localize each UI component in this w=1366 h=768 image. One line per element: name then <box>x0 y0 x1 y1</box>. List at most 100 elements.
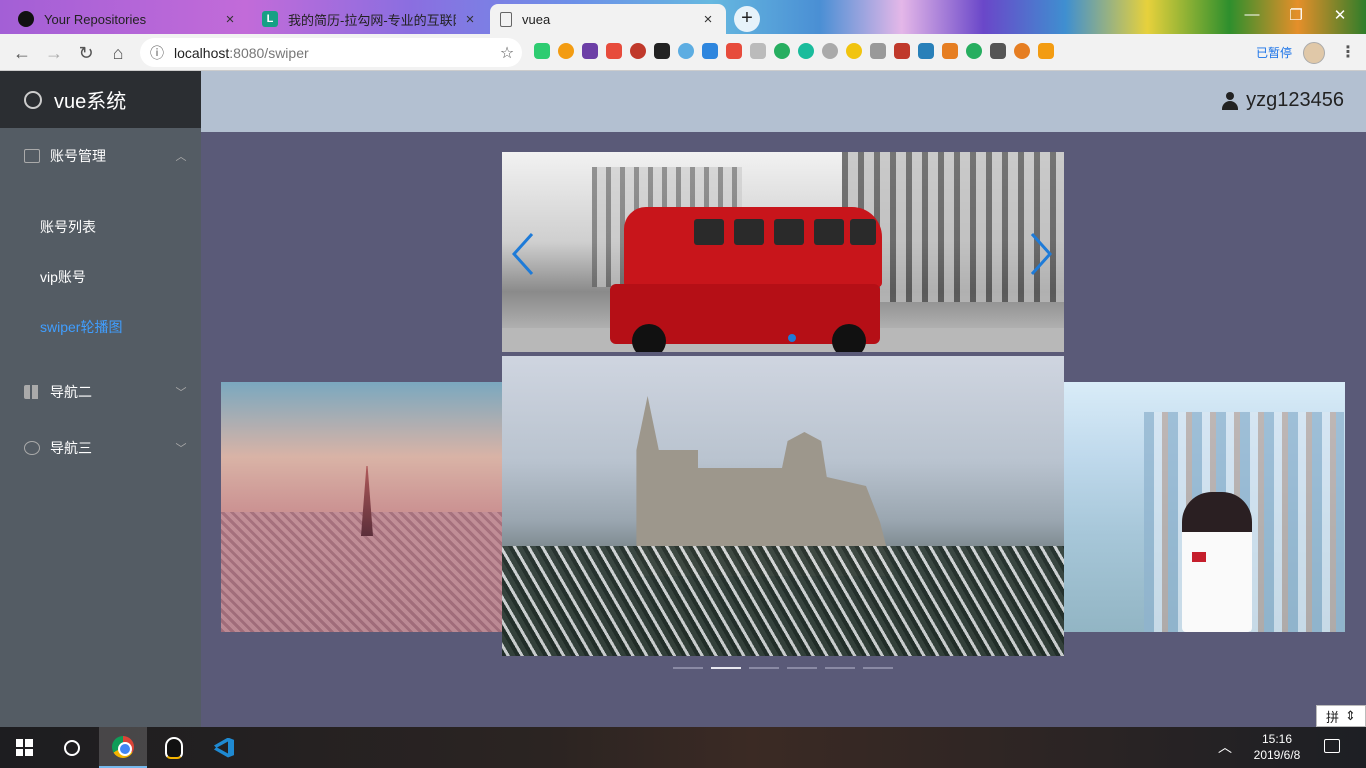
extension-icon[interactable] <box>1038 43 1054 59</box>
fe-helper-icon[interactable] <box>606 43 622 59</box>
info-icon[interactable]: ⓘ <box>140 43 174 63</box>
extension-icon[interactable] <box>750 43 766 59</box>
tab-close-icon[interactable]: × <box>462 11 478 28</box>
extension-icon[interactable] <box>966 43 982 59</box>
ribbon-image <box>1192 552 1206 562</box>
tab-close-icon[interactable]: × <box>700 11 716 28</box>
app-logo: vue系统 <box>0 71 201 128</box>
maximize-button[interactable]: ❐ <box>1276 6 1316 24</box>
top-swiper[interactable] <box>502 152 1064 352</box>
pagination-bar[interactable] <box>787 667 817 669</box>
clock-time: 15:16 <box>1261 732 1293 746</box>
user-menu[interactable]: yzg123456 <box>1222 89 1344 112</box>
reload-icon[interactable]: ↻ <box>74 41 98 65</box>
menu-group-label: 账号管理 <box>50 148 106 164</box>
coverflow-pagination <box>673 667 893 669</box>
taskbar-vscode[interactable] <box>200 727 248 768</box>
extension-icon[interactable] <box>942 43 958 59</box>
extension-icon[interactable] <box>582 43 598 59</box>
bookmark-star-icon[interactable]: ☆ <box>492 43 522 63</box>
menu-group-nav2[interactable]: 导航二 ﹀ <box>0 364 201 420</box>
taskbar: ︿ 15:16 2019/6/8 <box>0 727 1366 768</box>
extension-icon[interactable] <box>774 43 790 59</box>
search-button[interactable] <box>48 727 96 768</box>
coverflow-swiper[interactable] <box>221 356 1345 686</box>
react-devtools-icon[interactable] <box>678 43 694 59</box>
clock[interactable]: 15:16 2019/6/8 <box>1246 731 1308 763</box>
new-tab-button[interactable]: + <box>734 6 760 32</box>
qq-icon <box>165 736 183 759</box>
tab-title: vuea <box>522 11 551 27</box>
pagination-bar[interactable] <box>749 667 779 669</box>
menu-item-swiper[interactable]: swiper轮播图 <box>0 302 201 352</box>
forward-arrow-icon[interactable]: → <box>42 41 66 65</box>
pagination-bar[interactable] <box>863 667 893 669</box>
avatar[interactable] <box>1303 42 1325 64</box>
tab-your-repositories[interactable]: Your Repositories × <box>8 4 248 34</box>
adblock-plus-icon[interactable] <box>630 43 646 59</box>
menu-dots-icon[interactable]: ⋮ <box>1340 42 1356 62</box>
tab-close-icon[interactable]: × <box>222 11 238 28</box>
swiper-prev-button[interactable] <box>512 232 534 276</box>
start-button[interactable] <box>0 727 48 768</box>
character-image <box>1182 492 1252 632</box>
ime-label: 拼 <box>1326 709 1340 725</box>
pagination-bar-active[interactable] <box>711 667 741 669</box>
ime-indicator[interactable]: 拼 ⇕ <box>1316 705 1366 727</box>
vscode-icon <box>214 737 234 758</box>
extension-icon[interactable] <box>870 43 886 59</box>
extension-icon[interactable] <box>918 43 934 59</box>
taskbar-qq[interactable] <box>150 727 198 768</box>
home-icon[interactable]: ⌂ <box>106 41 130 65</box>
back-arrow-icon[interactable]: ← <box>10 41 34 65</box>
taskbar-chrome[interactable] <box>99 727 147 768</box>
wheel-image <box>632 324 666 352</box>
extension-icon[interactable] <box>822 43 838 59</box>
tab-lagou-resume[interactable]: L 我的简历-拉勾网-专业的互联网 × <box>252 4 488 34</box>
main-content <box>201 132 1366 727</box>
menu-group-account[interactable]: 账号管理 ︿ <box>0 128 201 184</box>
extension-icon[interactable] <box>654 43 670 59</box>
tab-vuea[interactable]: vuea × <box>490 4 726 34</box>
menu-group-label: 导航三 <box>50 440 92 456</box>
extension-icon[interactable] <box>990 43 1006 59</box>
paused-label[interactable]: 已暂停 <box>1256 44 1292 61</box>
url-host: localhost <box>174 44 230 61</box>
extension-icon[interactable] <box>558 43 574 59</box>
ime-toggle-icon: ⇕ <box>1345 708 1356 723</box>
page-icon <box>500 11 512 27</box>
eiffel-tower-image <box>361 466 373 536</box>
pagination-bar[interactable] <box>673 667 703 669</box>
clock-date: 2019/6/8 <box>1253 748 1301 762</box>
url-text[interactable]: localhost:8080/swiper <box>174 45 492 61</box>
extension-icon[interactable] <box>726 43 742 59</box>
slide-castle[interactable] <box>502 356 1064 656</box>
minimize-button[interactable]: — <box>1232 6 1272 23</box>
extension-icon[interactable] <box>702 43 718 59</box>
pagination-bar[interactable] <box>825 667 855 669</box>
menu-group-nav3[interactable]: 导航三 ﹀ <box>0 420 201 476</box>
swiper-next-button[interactable] <box>1030 232 1052 276</box>
vue-devtools-icon[interactable] <box>534 43 550 59</box>
tab-title: 我的简历-拉勾网-专业的互联网 <box>288 12 456 28</box>
menu-item-account-list[interactable]: 账号列表 <box>0 202 201 252</box>
bus-image <box>624 207 882 287</box>
close-window-button[interactable]: ✕ <box>1320 6 1360 24</box>
slide-anime[interactable] <box>1064 382 1345 632</box>
menu-item-vip-account[interactable]: vip账号 <box>0 252 201 302</box>
slide-paris[interactable] <box>221 382 502 632</box>
extension-icon[interactable] <box>798 43 814 59</box>
browser-tab-strip: Your Repositories × L 我的简历-拉勾网-专业的互联网 × … <box>0 0 1366 34</box>
gear-icon <box>24 90 42 109</box>
chevron-down-icon: ﹀ <box>175 387 187 399</box>
chevron-down-icon: ﹀ <box>175 443 187 455</box>
wheel-image <box>832 324 866 352</box>
extension-icon[interactable] <box>1014 43 1030 59</box>
address-bar[interactable]: ⓘ localhost:8080/swiper ☆ <box>140 38 522 67</box>
tray-chevron-up-icon[interactable]: ︿ <box>1218 737 1232 757</box>
swiper-pagination-dot[interactable] <box>788 334 796 342</box>
gmail-icon[interactable] <box>894 43 910 59</box>
chrome-icon[interactable] <box>846 43 862 59</box>
notification-icon[interactable] <box>1324 739 1340 753</box>
top-header: yzg123456 <box>201 71 1366 132</box>
